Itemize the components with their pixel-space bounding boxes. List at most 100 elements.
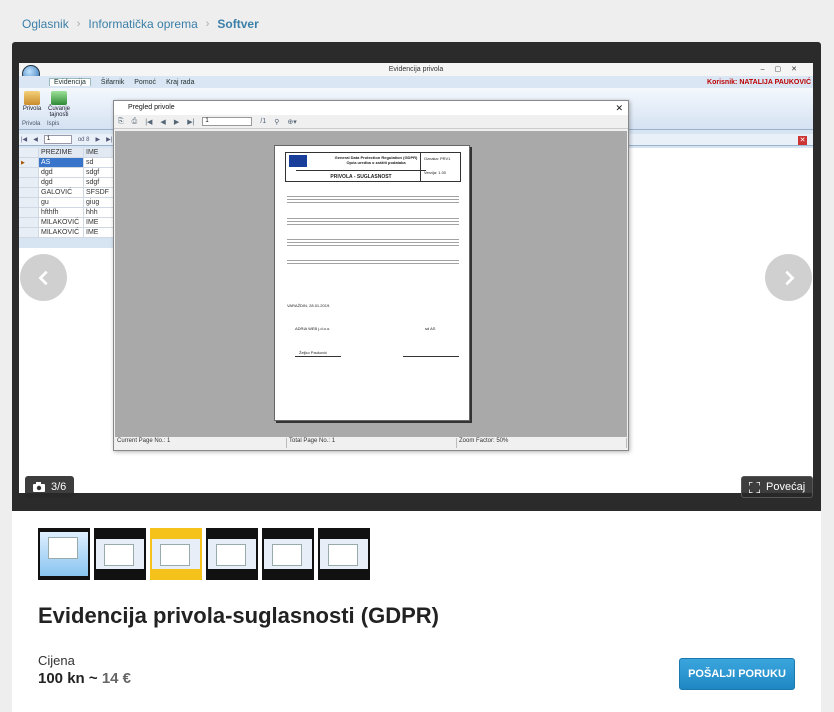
group-label-ispis: Ispis — [47, 121, 60, 127]
nav-last-icon: ▶| — [106, 137, 113, 143]
dialog-title-bar: Pregled privole ✕ — [114, 101, 628, 115]
record-of-label: od 8 — [77, 136, 90, 143]
report-right-signature: sd AS — [425, 326, 436, 331]
listing-title: Evidencija privola-suglasnosti (GDPR) — [38, 603, 439, 628]
records-grid: PREZIME IME ▶ AS sd dgd sdgf dgd sdgf GALOVI… — [19, 148, 113, 238]
report-place-date: VARAŽDIN, 28.01.2019. — [287, 303, 331, 308]
thumbnail-3[interactable] — [150, 528, 202, 580]
breadcrumb-current: Softver — [217, 17, 259, 31]
thumbnail-strip — [38, 528, 370, 580]
gallery-counter: 3/6 — [25, 476, 75, 498]
thumbnail-5[interactable] — [262, 528, 314, 580]
ribbon-button-cuvanje: Čuvanje tajnosti — [45, 91, 73, 118]
listing-panel: Evidencija privola-suglasnosti (GDPR) Ci… — [12, 511, 821, 712]
table-row: MILAKOVIĆ IME — [19, 218, 113, 228]
gallery-prev-button[interactable] — [20, 254, 67, 301]
price-kn: 100 kn ~ — [38, 670, 98, 687]
cell-ime: IME — [86, 229, 99, 236]
table-row: ▶ AS sd — [19, 158, 113, 168]
gallery-zoom-button[interactable]: Povećaj — [741, 476, 814, 498]
expand-icon — [749, 481, 760, 493]
image-gallery: Evidencija privola –▢✕ Evidencija Šifarn… — [12, 42, 821, 511]
row-header — [19, 208, 39, 217]
cell-ime: IME — [86, 219, 99, 226]
thumbnail-2[interactable] — [94, 528, 146, 580]
status-current-page: Current Page No.: 1 — [115, 438, 287, 448]
grid-header-row: PREZIME IME — [19, 148, 113, 158]
row-pointer-icon: ▶ — [19, 158, 39, 167]
report-header-title: General Data Protection Regulation (GDPR… — [326, 155, 426, 165]
thumbnail-image — [40, 532, 88, 576]
nav-next-icon: ▶ — [95, 137, 101, 143]
ribbon-tab-pomoc: Pomoć — [134, 78, 157, 86]
cell-ime: sdgf — [86, 169, 100, 176]
report-signer: Željko Pauković — [299, 350, 328, 355]
report-viewer: General Data Protection Regulation (GDPR… — [115, 131, 627, 437]
close-icon: ✕ — [798, 136, 807, 145]
breadcrumb-informaticka-oprema[interactable]: Informatička oprema — [88, 17, 197, 31]
report-paragraph — [287, 218, 459, 226]
cell-prezime: dgd — [39, 168, 84, 177]
report-paragraph — [287, 260, 459, 266]
eu-flag-icon — [289, 155, 307, 167]
thumbnail-image — [152, 539, 200, 569]
table-row: hfthfh hhh — [19, 208, 113, 218]
breadcrumb: Oglasnik › Informatička oprema › Softver — [22, 17, 259, 31]
row-header — [19, 178, 39, 187]
table-row: dgd sdgf — [19, 168, 113, 178]
print-icon: ⎙ — [131, 117, 138, 125]
nav-first-icon: |◀ — [145, 118, 153, 126]
status-total-page: Total Page No.: 1 — [287, 438, 457, 448]
chevron-left-icon — [37, 270, 48, 285]
gallery-counter-text: 3/6 — [51, 481, 67, 493]
ribbon-button-privola-label: Privola — [22, 106, 42, 112]
dialog-toolbar: ⎘ ⎙ |◀ ◀ ▶ ▶| 1 /1 ⚲ ⊕▾ — [114, 115, 628, 129]
export-icon: ⎘ — [118, 117, 124, 125]
breadcrumb-oglasnik[interactable]: Oglasnik — [22, 17, 69, 31]
thumbnail-image — [320, 539, 368, 569]
thumbnail-1[interactable] — [38, 528, 90, 580]
nav-prev-icon: ◀ — [33, 137, 38, 143]
ribbon-button-privola: Privola — [21, 91, 43, 112]
chevron-right-icon: › — [76, 18, 81, 30]
report-left-signature: ADRIA WEB j.d.o.o. — [295, 326, 331, 331]
binoculars-icon: ⚲ — [274, 118, 280, 126]
cell-prezime: gu — [39, 198, 84, 207]
ribbon-tab-evidencija: Evidencija — [49, 78, 91, 86]
row-header — [19, 188, 39, 197]
report-paragraph — [287, 239, 459, 247]
report-doc-title: PRIVOLA - SUGLASNOST — [296, 170, 426, 180]
recycle-icon — [51, 91, 67, 105]
thumbnail-6[interactable] — [318, 528, 370, 580]
camera-icon — [33, 482, 45, 492]
zoom-icon: ⊕▾ — [287, 118, 297, 126]
table-row: gu giug — [19, 198, 113, 208]
ribbon-user-label: Korisnik: NATALIJA PAUKOVIĆ — [707, 78, 811, 86]
thumbnail-4[interactable] — [206, 528, 258, 580]
report-page: General Data Protection Regulation (GDPR… — [274, 145, 470, 421]
report-header-line2: Opća uredba o zaštiti podataka — [346, 160, 406, 165]
preview-dialog: Pregled privole ✕ ⎘ ⎙ |◀ ◀ ▶ ▶| 1 /1 ⚲ ⊕… — [113, 100, 629, 451]
gallery-image[interactable]: Evidencija privola –▢✕ Evidencija Šifarn… — [19, 63, 813, 493]
window-controls-icon: –▢✕ — [760, 66, 807, 73]
cell-ime: sd — [86, 159, 94, 166]
status-zoom: Zoom Factor: 50% — [457, 438, 627, 448]
price-label: Cijena — [38, 653, 75, 668]
gallery-next-button[interactable] — [765, 254, 812, 301]
gallery-zoom-label: Povećaj — [766, 481, 806, 493]
row-header — [19, 198, 39, 207]
cell-ime: SFSDF — [86, 189, 109, 196]
group-label-privola: Privola — [22, 121, 41, 127]
report-side-code: Oznaka: PRV1 — [424, 156, 451, 161]
report-header: General Data Protection Regulation (GDPR… — [285, 152, 461, 182]
send-message-button[interactable]: POŠALJI PORUKU — [679, 658, 795, 690]
table-row: GALOVIĆ SFSDF — [19, 188, 113, 198]
nav-first-icon: |◀ — [21, 137, 28, 143]
dialog-page-box: 1 — [202, 117, 253, 126]
cell-prezime: MILAKOVIĆ — [39, 218, 84, 227]
cell-ime: hhh — [86, 209, 98, 216]
cell-prezime: MILAKOVIĆ — [39, 228, 84, 237]
row-header — [19, 218, 39, 227]
cell-prezime: GALOVIĆ — [39, 188, 84, 197]
close-icon: ✕ — [615, 103, 623, 113]
